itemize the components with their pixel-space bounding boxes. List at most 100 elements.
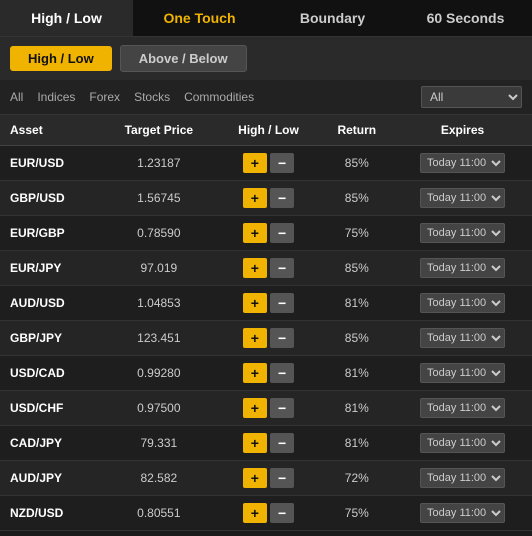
sub-tab-bar: High / Low Above / Below bbox=[0, 37, 532, 80]
filter-forex[interactable]: Forex bbox=[89, 90, 120, 104]
cell-return: 81% bbox=[321, 356, 394, 391]
btn-plus[interactable]: + bbox=[243, 328, 267, 348]
cell-asset: NZD/USD bbox=[0, 496, 101, 531]
expires-dropdown[interactable]: Today 11:00 Today 12:00 Today 13:00 Toda… bbox=[420, 503, 505, 523]
tab-one-touch[interactable]: One Touch bbox=[133, 0, 266, 36]
expires-dropdown[interactable]: Today 11:00 Today 12:00 Today 13:00 Toda… bbox=[420, 188, 505, 208]
cell-return: 85% bbox=[321, 146, 394, 181]
btn-plus[interactable]: + bbox=[243, 363, 267, 383]
table-row: GBP/JPY 123.451 + − 85% Today 11:00 Toda… bbox=[0, 321, 532, 356]
btn-minus[interactable]: − bbox=[270, 363, 294, 383]
col-header-asset: Asset bbox=[0, 115, 101, 146]
cell-expires: Today 11:00 Today 12:00 Today 13:00 Toda… bbox=[393, 461, 532, 496]
cell-price: 79.331 bbox=[101, 426, 216, 461]
btn-minus[interactable]: − bbox=[270, 153, 294, 173]
expires-dropdown[interactable]: Today 11:00 Today 12:00 Today 13:00 Toda… bbox=[420, 153, 505, 173]
btn-plus[interactable]: + bbox=[243, 468, 267, 488]
btn-plus[interactable]: + bbox=[243, 503, 267, 523]
cell-return: 85% bbox=[321, 181, 394, 216]
table-header-row: Asset Target Price High / Low Return Exp… bbox=[0, 115, 532, 146]
cell-hl-buttons: + − bbox=[216, 251, 320, 286]
cell-asset: CAD/JPY bbox=[0, 426, 101, 461]
cell-expires: Today 11:00 Today 12:00 Today 13:00 Toda… bbox=[393, 146, 532, 181]
cell-expires: Today 11:00 Today 12:00 Today 13:00 Toda… bbox=[393, 496, 532, 531]
btn-minus[interactable]: − bbox=[270, 328, 294, 348]
cell-price: 97.019 bbox=[101, 251, 216, 286]
expires-dropdown[interactable]: Today 11:00 Today 12:00 Today 13:00 Toda… bbox=[420, 293, 505, 313]
cell-price: 1.23187 bbox=[101, 146, 216, 181]
cell-expires: Today 11:00 Today 12:00 Today 13:00 Toda… bbox=[393, 181, 532, 216]
cell-asset: USD/CAD bbox=[0, 356, 101, 391]
btn-plus[interactable]: + bbox=[243, 223, 267, 243]
filter-indices[interactable]: Indices bbox=[37, 90, 75, 104]
btn-minus[interactable]: − bbox=[270, 258, 294, 278]
btn-plus[interactable]: + bbox=[243, 433, 267, 453]
filter-commodities[interactable]: Commodities bbox=[184, 90, 254, 104]
expires-dropdown[interactable]: Today 11:00 Today 12:00 Today 13:00 Toda… bbox=[420, 398, 505, 418]
btn-plus[interactable]: + bbox=[243, 293, 267, 313]
table-row: USD/CHF 0.97500 + − 81% Today 11:00 Toda… bbox=[0, 391, 532, 426]
cell-expires: Today 11:00 Today 12:00 Today 13:00 Toda… bbox=[393, 426, 532, 461]
table-row: EUR/USD 1.23187 + − 85% Today 11:00 Toda… bbox=[0, 146, 532, 181]
btn-minus[interactable]: − bbox=[270, 223, 294, 243]
btn-plus[interactable]: + bbox=[243, 398, 267, 418]
cell-return: 75% bbox=[321, 216, 394, 251]
btn-minus[interactable]: − bbox=[270, 468, 294, 488]
tab-boundary[interactable]: Boundary bbox=[266, 0, 399, 36]
expires-dropdown[interactable]: Today 11:00 Today 12:00 Today 13:00 Toda… bbox=[420, 468, 505, 488]
btn-minus[interactable]: − bbox=[270, 433, 294, 453]
expires-dropdown[interactable]: Today 11:00 Today 12:00 Today 13:00 Toda… bbox=[420, 328, 505, 348]
cell-asset: EUR/USD bbox=[0, 146, 101, 181]
cell-hl-buttons: + − bbox=[216, 461, 320, 496]
btn-plus[interactable]: + bbox=[243, 153, 267, 173]
filter-all[interactable]: All bbox=[10, 90, 23, 104]
btn-minus[interactable]: − bbox=[270, 398, 294, 418]
btn-minus[interactable]: − bbox=[270, 188, 294, 208]
table-row: AUD/JPY 82.582 + − 72% Today 11:00 Today… bbox=[0, 461, 532, 496]
filter-dropdown[interactable]: All Forex Indices Stocks Commodities bbox=[421, 86, 522, 108]
cell-hl-buttons: + − bbox=[216, 146, 320, 181]
cell-asset: EUR/JPY bbox=[0, 251, 101, 286]
cell-expires: Today 11:00 Today 12:00 Today 13:00 Toda… bbox=[393, 251, 532, 286]
cell-return: 81% bbox=[321, 426, 394, 461]
expires-dropdown[interactable]: Today 11:00 Today 12:00 Today 13:00 Toda… bbox=[420, 258, 505, 278]
subtab-high-low[interactable]: High / Low bbox=[10, 46, 112, 71]
expires-dropdown[interactable]: Today 11:00 Today 12:00 Today 13:00 Toda… bbox=[420, 223, 505, 243]
table-row: EUR/GBP 0.78590 + − 75% Today 11:00 Toda… bbox=[0, 216, 532, 251]
expires-dropdown[interactable]: Today 11:00 Today 12:00 Today 13:00 Toda… bbox=[420, 363, 505, 383]
cell-expires: Today 11:00 Today 12:00 Today 13:00 Toda… bbox=[393, 286, 532, 321]
cell-hl-buttons: + − bbox=[216, 496, 320, 531]
btn-minus[interactable]: − bbox=[270, 503, 294, 523]
cell-price: 0.99280 bbox=[101, 356, 216, 391]
cell-hl-buttons: + − bbox=[216, 181, 320, 216]
cell-asset: GBP/USD bbox=[0, 181, 101, 216]
cell-price: 82.582 bbox=[101, 461, 216, 496]
cell-price: 0.78590 bbox=[101, 216, 216, 251]
col-header-high-low: High / Low bbox=[216, 115, 320, 146]
table-row: USD/CAD 0.99280 + − 81% Today 11:00 Toda… bbox=[0, 356, 532, 391]
cell-asset: AUD/JPY bbox=[0, 461, 101, 496]
tab-high-low[interactable]: High / Low bbox=[0, 0, 133, 36]
cell-price: 0.97500 bbox=[101, 391, 216, 426]
table-row: NZD/USD 0.80551 + − 75% Today 11:00 Toda… bbox=[0, 496, 532, 531]
table-row: GBP/USD 1.56745 + − 85% Today 11:00 Toda… bbox=[0, 181, 532, 216]
tab-60-seconds[interactable]: 60 Seconds bbox=[399, 0, 532, 36]
expires-dropdown[interactable]: Today 11:00 Today 12:00 Today 13:00 Toda… bbox=[420, 433, 505, 453]
btn-plus[interactable]: + bbox=[243, 188, 267, 208]
cell-hl-buttons: + − bbox=[216, 391, 320, 426]
filter-stocks[interactable]: Stocks bbox=[134, 90, 170, 104]
cell-price: 1.56745 bbox=[101, 181, 216, 216]
cell-asset: AUD/USD bbox=[0, 286, 101, 321]
btn-plus[interactable]: + bbox=[243, 258, 267, 278]
subtab-above-below[interactable]: Above / Below bbox=[120, 45, 247, 72]
cell-expires: Today 11:00 Today 12:00 Today 13:00 Toda… bbox=[393, 321, 532, 356]
btn-minus[interactable]: − bbox=[270, 293, 294, 313]
cell-return: 85% bbox=[321, 321, 394, 356]
cell-return: 81% bbox=[321, 286, 394, 321]
top-tab-bar: High / Low One Touch Boundary 60 Seconds bbox=[0, 0, 532, 37]
cell-asset: GBP/JPY bbox=[0, 321, 101, 356]
cell-return: 85% bbox=[321, 251, 394, 286]
cell-return: 72% bbox=[321, 461, 394, 496]
cell-hl-buttons: + − bbox=[216, 356, 320, 391]
filter-bar: All Indices Forex Stocks Commodities All… bbox=[0, 80, 532, 115]
